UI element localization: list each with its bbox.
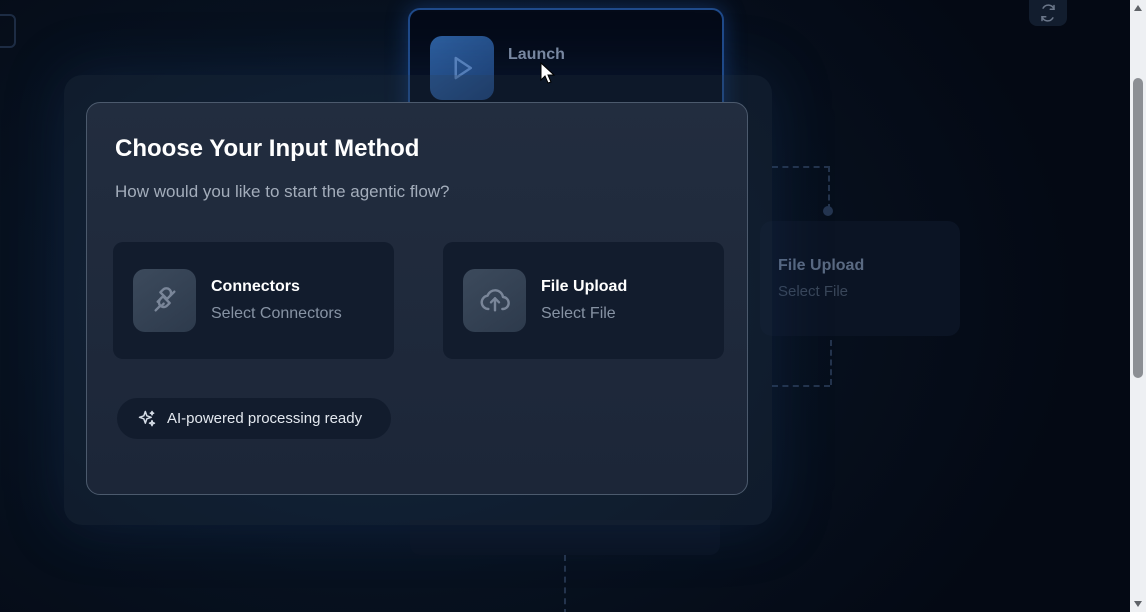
scroll-down-arrow-icon[interactable] — [1130, 596, 1146, 612]
connector-line — [772, 385, 830, 387]
cloud-upload-icon — [463, 269, 526, 332]
connectors-option-subtitle: Select Connectors — [211, 305, 342, 322]
connector-line — [830, 340, 832, 385]
refresh-button[interactable] — [1029, 0, 1067, 26]
file-upload-node-title: File Upload — [778, 257, 865, 274]
file-upload-option[interactable]: File Upload Select File — [443, 242, 724, 359]
connector-line — [564, 555, 566, 612]
connectors-option-title: Connectors — [211, 278, 300, 295]
connector-handle[interactable] — [823, 206, 833, 216]
mouse-cursor-icon — [540, 62, 556, 84]
plug-icon — [133, 269, 196, 332]
file-upload-option-subtitle: Select File — [541, 305, 616, 322]
file-upload-option-title: File Upload — [541, 278, 628, 295]
refresh-icon — [1041, 4, 1055, 22]
scrollbar-thumb[interactable] — [1133, 78, 1143, 378]
modal-title: Choose Your Input Method — [115, 135, 420, 162]
input-method-modal: Choose Your Input Method How would you l… — [86, 102, 748, 495]
file-upload-node-subtitle: Select File — [778, 283, 849, 300]
status-badge-text: AI-powered processing ready — [167, 410, 363, 427]
file-upload-node[interactable]: File Upload Select File — [760, 221, 960, 336]
sparkles-icon — [137, 409, 157, 429]
canvas-node-partial — [0, 14, 16, 48]
connector-line — [772, 166, 830, 168]
canvas-node-bottom[interactable] — [410, 520, 720, 555]
connectors-option[interactable]: Connectors Select Connectors — [113, 242, 394, 359]
flow-canvas: Launch File Upload Select File Choose Yo… — [0, 0, 1146, 612]
status-badge: AI-powered processing ready — [117, 398, 391, 439]
launch-node-title: Launch — [508, 46, 565, 63]
connector-line — [828, 166, 830, 210]
modal-subtitle: How would you like to start the agentic … — [115, 182, 450, 201]
vertical-scrollbar[interactable] — [1130, 0, 1146, 612]
scroll-up-arrow-icon[interactable] — [1130, 0, 1146, 16]
